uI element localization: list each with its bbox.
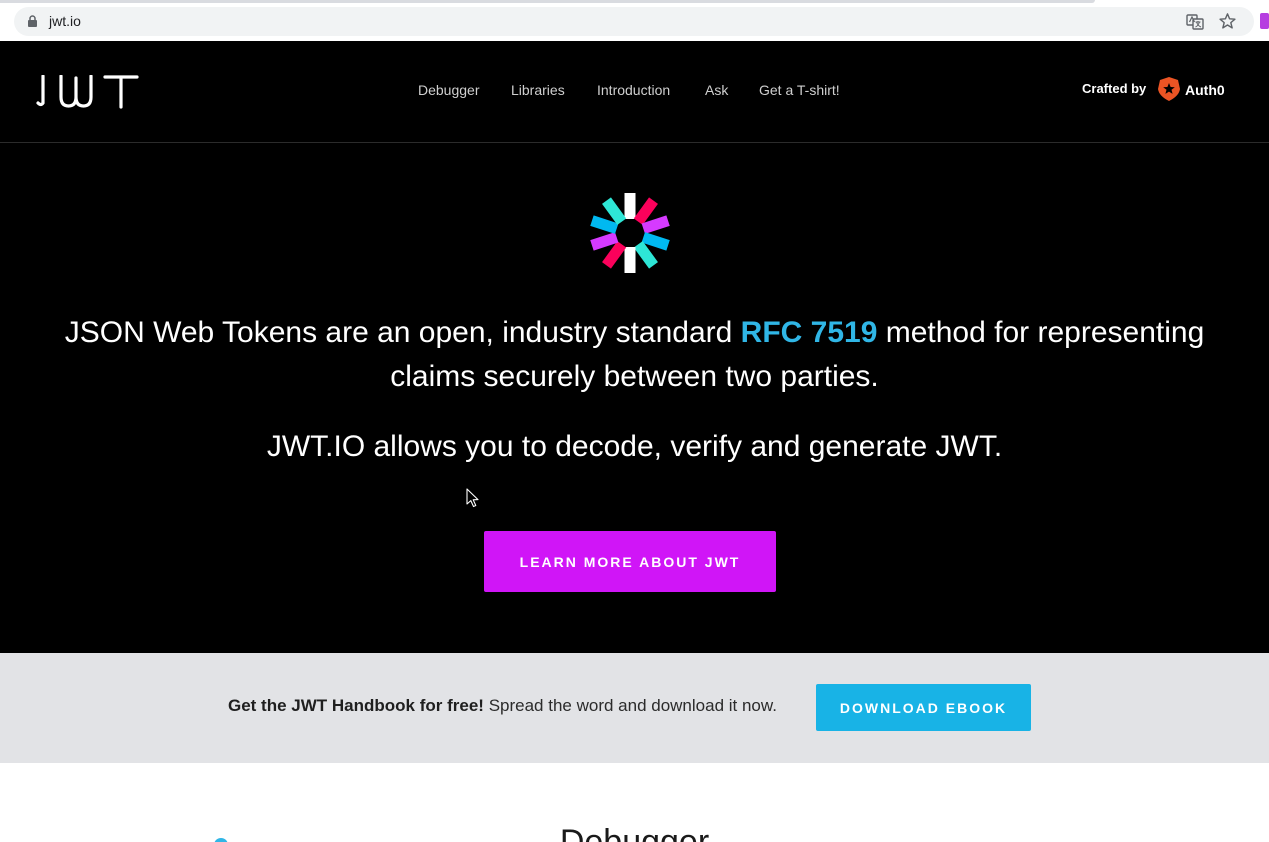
debugger-title: Debugger [559, 823, 710, 842]
nav-link-debugger[interactable]: Debugger [418, 82, 480, 98]
crafted-by-label: Crafted by [1082, 81, 1147, 96]
hero-section: JSON Web Tokens are an open, industry st… [0, 143, 1269, 653]
url-text[interactable]: jwt.io [49, 13, 81, 29]
ebook-promo-bold: Get the JWT Handbook for free! [228, 696, 484, 715]
lock-icon[interactable] [28, 15, 37, 27]
main-nav: Debugger Libraries Introduction Ask Get … [0, 82, 1269, 102]
extension-icon[interactable] [1260, 13, 1269, 29]
rfc-7519-link[interactable]: RFC 7519 [741, 316, 878, 349]
hero-headline-text-start: JSON Web Tokens are an open, industry st… [64, 316, 741, 349]
download-ebook-button[interactable]: DOWNLOAD EBOOK [816, 684, 1031, 731]
nav-link-tshirt[interactable]: Get a T-shirt! [759, 82, 840, 98]
nav-link-introduction[interactable]: Introduction [597, 82, 670, 98]
nav-link-libraries[interactable]: Libraries [511, 82, 565, 98]
hero-subheadline: JWT.IO allows you to decode, verify and … [266, 430, 1003, 463]
auth0-shield-icon[interactable] [1157, 76, 1181, 102]
ebook-promo-rest: Spread the word and download it now. [483, 696, 777, 715]
learn-more-button[interactable]: LEARN MORE ABOUT JWT [484, 531, 776, 592]
browser-toolbar: jwt.io [0, 0, 1269, 41]
address-bar[interactable]: jwt.io [14, 7, 1254, 36]
ebook-promo-text: Get the JWT Handbook for free! Spread th… [228, 696, 777, 716]
bookmark-star-icon[interactable] [1218, 12, 1237, 31]
jwt-pinwheel-icon [590, 193, 670, 273]
tab-strip-edge [0, 0, 1095, 3]
auth0-brand-label[interactable]: Auth0 [1185, 82, 1225, 98]
mouse-cursor-icon [466, 488, 479, 508]
hero-headline: JSON Web Tokens are an open, industry st… [40, 311, 1229, 399]
debugger-section: Debugger [0, 763, 1269, 842]
ebook-banner: Get the JWT Handbook for free! Spread th… [0, 653, 1269, 763]
nav-link-ask[interactable]: Ask [705, 82, 728, 98]
site-header: Debugger Libraries Introduction Ask Get … [0, 41, 1269, 143]
translate-icon[interactable] [1186, 13, 1204, 31]
